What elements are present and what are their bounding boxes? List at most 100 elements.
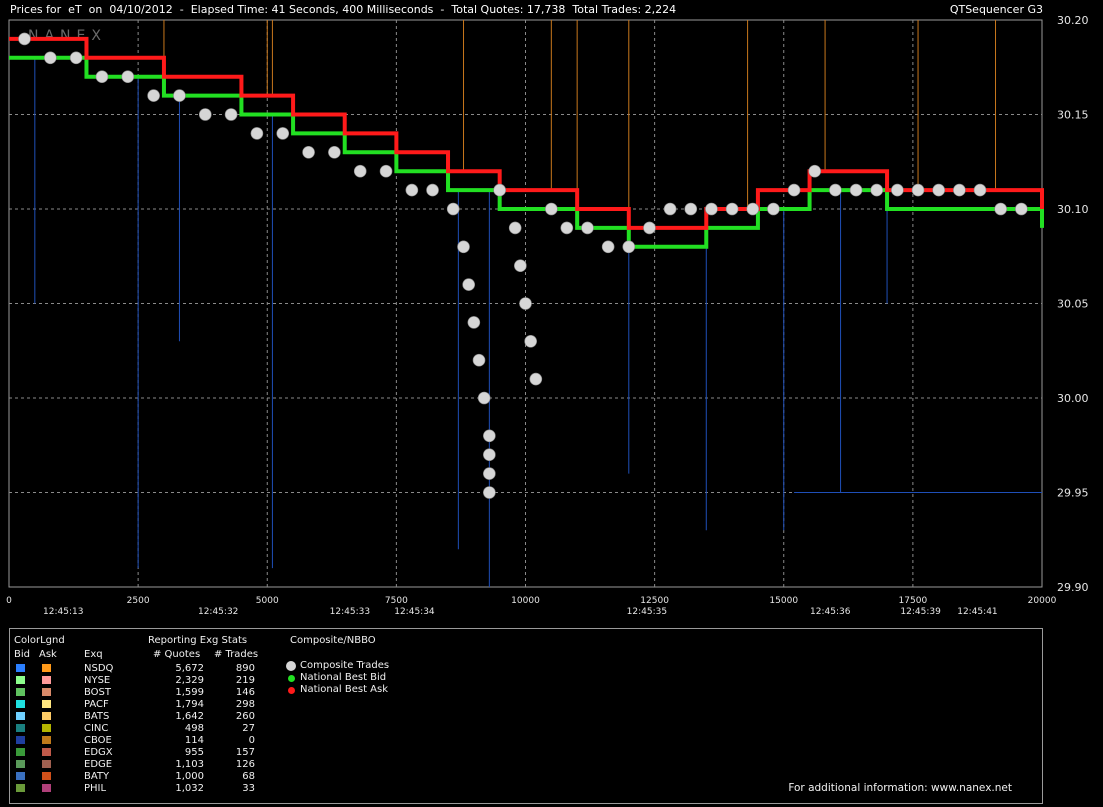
ask-header: Ask bbox=[39, 649, 57, 660]
x-tick-label: 5000 bbox=[256, 596, 279, 606]
trade-count: 260 bbox=[235, 711, 255, 722]
exchange-name: BOST bbox=[84, 687, 112, 698]
trade-dot bbox=[529, 372, 543, 386]
time-labels: 12:45:13 12:45:32 12:45:33 12:45:34 12:45:35… bbox=[43, 607, 998, 617]
quotes-header: # Quotes bbox=[153, 649, 201, 660]
ask-color-swatch bbox=[42, 760, 51, 768]
trade-dot bbox=[405, 183, 419, 197]
exchange-name: PACF bbox=[84, 699, 109, 710]
trade-dot bbox=[95, 70, 109, 83]
composite-legend-marker bbox=[286, 661, 296, 671]
trade-dot bbox=[472, 353, 486, 367]
trade-dot bbox=[224, 108, 238, 121]
composite-legend-label: Composite Trades bbox=[300, 660, 390, 671]
bid-color-swatch bbox=[16, 748, 25, 756]
y-tick-label: 29.95 bbox=[1057, 487, 1089, 500]
trade-dot bbox=[508, 221, 522, 235]
trade-dot bbox=[911, 183, 925, 197]
quote-count: 1,642 bbox=[175, 711, 204, 722]
trade-dot bbox=[622, 240, 636, 254]
exchange-name: EDGX bbox=[84, 747, 113, 758]
trade-dot bbox=[457, 240, 470, 254]
bid-color-swatch bbox=[16, 760, 25, 768]
trade-dot bbox=[198, 108, 212, 121]
y-tick-label: 30.05 bbox=[1057, 298, 1089, 311]
x-axis-ticks: 0 2500 5000 7500 10000 12500 15000 17500 20000 bbox=[6, 596, 1056, 606]
exchange-header: Exq bbox=[84, 649, 103, 660]
ask-color-swatch bbox=[42, 784, 51, 792]
bid-color-swatch bbox=[16, 724, 25, 732]
ask-color-swatch bbox=[42, 736, 51, 744]
time-label: 12:45:41 bbox=[957, 607, 997, 617]
trade-dot bbox=[483, 448, 496, 462]
ask-color-swatch bbox=[42, 700, 51, 708]
time-label: 12:45:34 bbox=[394, 607, 435, 617]
trade-dot bbox=[173, 89, 186, 102]
y-tick-label: 30.00 bbox=[1057, 392, 1089, 405]
trade-dot bbox=[953, 183, 966, 197]
exchange-name: NSDQ bbox=[84, 663, 114, 674]
bid-color-swatch bbox=[16, 784, 25, 792]
trade-dot bbox=[379, 164, 393, 178]
trade-dot bbox=[250, 127, 264, 140]
time-label: 12:45:35 bbox=[627, 607, 667, 617]
exchange-name: NYSE bbox=[84, 675, 111, 686]
composite-legend-marker bbox=[287, 675, 295, 682]
trade-dot bbox=[973, 183, 987, 197]
y-tick-label: 29.90 bbox=[1057, 581, 1089, 594]
quote-count: 2,329 bbox=[175, 675, 204, 686]
y-tick-label: 30.15 bbox=[1057, 109, 1089, 122]
trade-dot bbox=[276, 127, 290, 140]
trade-dot bbox=[560, 221, 574, 235]
trade-dot bbox=[462, 278, 475, 291]
trade-dot bbox=[353, 164, 367, 178]
trade-dot bbox=[994, 202, 1007, 216]
trade-dot bbox=[446, 202, 460, 216]
color-legend-header: ColorLgnd bbox=[14, 635, 65, 646]
bid-header: Bid bbox=[14, 649, 30, 660]
trade-dot bbox=[643, 221, 656, 235]
trade-dot bbox=[705, 202, 718, 216]
trade-dot bbox=[514, 259, 527, 273]
trade-dot bbox=[483, 467, 496, 480]
exchange-name: BATY bbox=[84, 771, 110, 782]
trade-dot bbox=[483, 486, 496, 499]
bid-color-swatch bbox=[16, 772, 25, 780]
time-label: 12:45:13 bbox=[43, 607, 83, 617]
trade-dot bbox=[467, 316, 481, 329]
trade-dot bbox=[601, 240, 615, 254]
trade-count: 890 bbox=[235, 663, 255, 674]
bid-color-swatch bbox=[16, 712, 25, 720]
x-tick-label: 17500 bbox=[899, 596, 928, 606]
trade-count: 33 bbox=[242, 783, 255, 794]
price-chart: NANEX 30.20 30.15 30.10 30.05 30.00 29.95 29.9… bbox=[6, 14, 1089, 617]
trades-header: # Trades bbox=[214, 649, 259, 660]
bid-color-swatch bbox=[16, 688, 25, 696]
trade-dot bbox=[663, 202, 677, 216]
quote-count: 1,103 bbox=[175, 759, 204, 770]
quote-count: 5,672 bbox=[175, 663, 204, 674]
trade-dot bbox=[746, 202, 760, 216]
ask-color-swatch bbox=[42, 676, 51, 684]
stats-header: Reporting Exg Stats bbox=[148, 635, 248, 646]
bid-color-swatch bbox=[16, 664, 25, 672]
x-tick-label: 0 bbox=[6, 596, 12, 606]
trade-dot bbox=[829, 183, 842, 197]
trade-dot bbox=[147, 89, 160, 102]
time-label: 12:45:39 bbox=[900, 607, 941, 617]
composite-legend-label: National Best Bid bbox=[300, 672, 387, 683]
trade-dot bbox=[477, 391, 491, 405]
time-label: 12:45:36 bbox=[810, 607, 851, 617]
ask-color-swatch bbox=[42, 748, 51, 756]
x-tick-label: 10000 bbox=[511, 596, 540, 606]
legend-panel: ColorLgnd Bid Ask Exq Reporting Exg Stat… bbox=[9, 628, 1043, 804]
trade-dot bbox=[725, 202, 739, 216]
trade-dot bbox=[44, 51, 57, 65]
bid-color-swatch bbox=[16, 736, 25, 744]
x-tick-label: 15000 bbox=[769, 596, 798, 606]
quote-count: 114 bbox=[184, 735, 204, 746]
trade-dot bbox=[767, 202, 780, 216]
trade-dot bbox=[302, 146, 315, 159]
x-tick-label: 20000 bbox=[1028, 596, 1057, 606]
trade-count: 298 bbox=[235, 699, 255, 710]
